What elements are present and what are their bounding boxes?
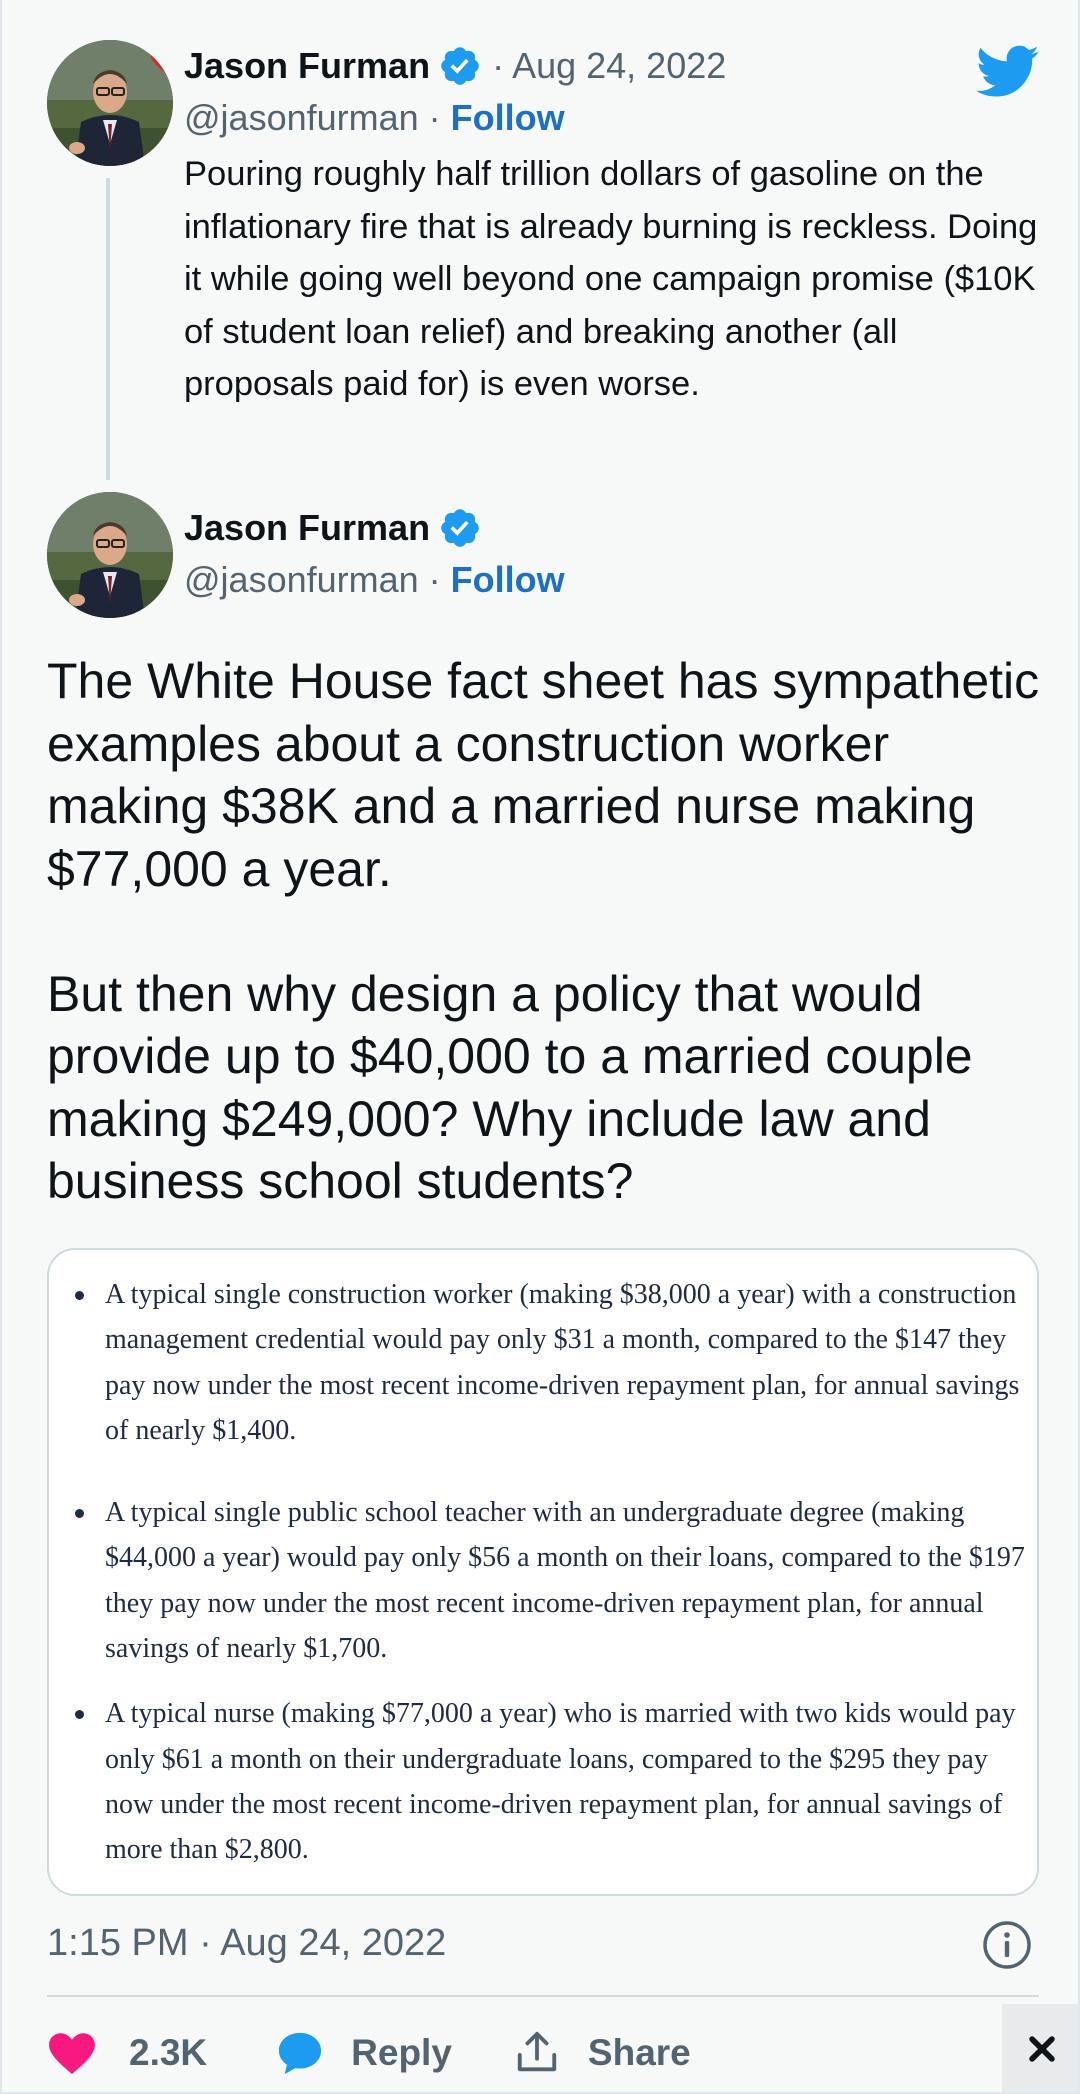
list-item: A typical single construction worker (ma… bbox=[49, 1272, 1037, 1453]
like-count: 2.3K bbox=[129, 2032, 208, 2073]
twitter-bird-icon[interactable] bbox=[976, 44, 1040, 100]
parent-author-row: Jason Furman · Aug 24, 2022 bbox=[184, 42, 726, 90]
main-tweet-text: The White House fact sheet has sympathet… bbox=[47, 650, 1057, 1213]
avatar[interactable] bbox=[47, 40, 173, 166]
reply-label: Reply bbox=[351, 2032, 452, 2073]
author-name[interactable]: Jason Furman bbox=[184, 507, 430, 549]
divider bbox=[47, 1995, 1039, 1997]
bullet-icon bbox=[75, 1509, 84, 1519]
reply-button[interactable]: Reply bbox=[277, 2030, 452, 2076]
info-icon[interactable] bbox=[982, 1920, 1032, 1970]
author-handle[interactable]: @jasonfurman bbox=[184, 559, 419, 601]
list-item: A typical nurse (making $77,000 a year) … bbox=[49, 1691, 1037, 1872]
speech-bubble-icon bbox=[279, 2032, 322, 2075]
bullet-icon bbox=[75, 1291, 84, 1300]
bullet-icon bbox=[75, 1710, 84, 1720]
tweet-paragraph: But then why design a policy that would … bbox=[47, 965, 973, 1210]
main-handle-row: @jasonfurman · Follow bbox=[184, 556, 565, 604]
verified-badge-icon bbox=[438, 44, 482, 88]
close-icon bbox=[1029, 2036, 1055, 2062]
share-icon bbox=[517, 2031, 557, 2072]
parent-tweet-text: Pouring roughly half trillion dollars of… bbox=[184, 155, 1038, 403]
separator: · bbox=[428, 559, 441, 600]
separator: · bbox=[428, 97, 441, 138]
share-label: Share bbox=[587, 2032, 691, 2073]
author-handle[interactable]: @jasonfurman bbox=[184, 97, 419, 139]
action-bar: 2.3K Reply Share bbox=[47, 2020, 691, 2086]
heart-icon bbox=[49, 2033, 95, 2075]
parent-handle-row: @jasonfurman · Follow bbox=[184, 94, 565, 142]
list-item: A typical single public school teacher w… bbox=[49, 1490, 1037, 1671]
tweet-date[interactable]: · Aug 24, 2022 bbox=[492, 45, 726, 87]
verified-badge-icon bbox=[438, 506, 482, 550]
tweet-embed-card: Jason Furman · Aug 24, 2022 @jasonfurman… bbox=[0, 0, 1080, 2094]
close-button[interactable] bbox=[1002, 2004, 1078, 2092]
tweet-paragraph: The White House fact sheet has sympathet… bbox=[47, 653, 1040, 897]
follow-button[interactable]: Follow bbox=[451, 559, 565, 601]
follow-button[interactable]: Follow bbox=[451, 97, 565, 139]
fact-sheet-list: A typical single construction worker (ma… bbox=[49, 1272, 1037, 1873]
like-button[interactable]: 2.3K bbox=[47, 2031, 207, 2075]
thread-line bbox=[106, 178, 110, 480]
avatar[interactable] bbox=[47, 492, 173, 618]
tweet-timestamp[interactable]: 1:15 PM · Aug 24, 2022 bbox=[47, 1918, 446, 1968]
main-author-row: Jason Furman bbox=[184, 504, 482, 552]
share-button[interactable]: Share bbox=[514, 2030, 691, 2076]
attached-image[interactable]: A typical single construction worker (ma… bbox=[47, 1248, 1039, 1896]
author-name[interactable]: Jason Furman bbox=[184, 45, 430, 87]
